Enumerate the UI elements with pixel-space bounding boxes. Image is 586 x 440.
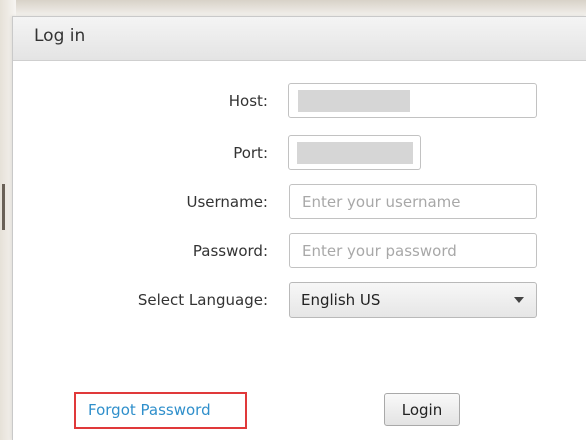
port-label: Port:: [233, 144, 268, 162]
password-input[interactable]: [289, 233, 537, 268]
username-label: Username:: [186, 193, 268, 211]
dialog-titlebar: Log in: [13, 17, 586, 61]
language-label: Select Language:: [137, 291, 268, 309]
username-input[interactable]: [289, 184, 537, 219]
password-label: Password:: [192, 242, 268, 260]
login-dialog: Log in Host: Port: Username: Password: S…: [12, 16, 586, 440]
language-select[interactable]: English US: [289, 282, 537, 318]
login-button[interactable]: Login: [384, 393, 460, 426]
language-select-value: English US: [301, 291, 381, 309]
host-label: Host:: [228, 92, 268, 110]
dialog-title: Log in: [34, 26, 86, 46]
port-redacted-value: [297, 142, 413, 164]
background-left-mark: [2, 184, 5, 230]
forgot-password-link[interactable]: Forgot Password: [88, 401, 211, 419]
background-top-edge: [0, 0, 586, 16]
forgot-password-highlight: Forgot Password: [74, 392, 247, 429]
chevron-down-icon: [514, 297, 524, 303]
host-redacted-value: [298, 90, 410, 112]
